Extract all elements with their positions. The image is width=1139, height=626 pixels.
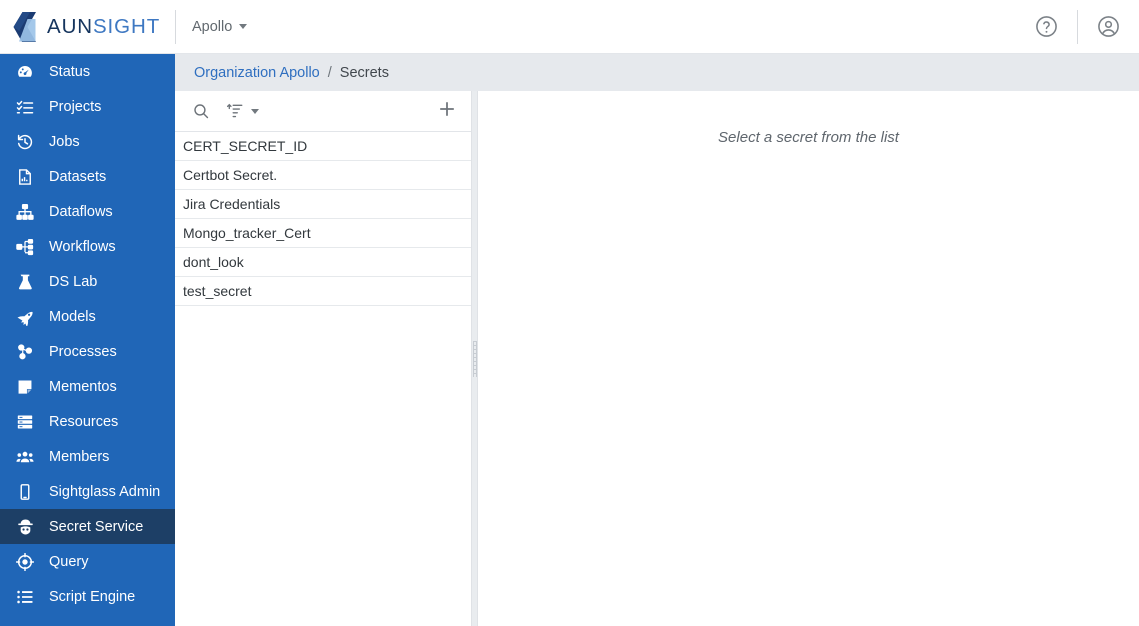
server-icon [17, 415, 33, 428]
sidebar-item-label: Jobs [49, 133, 80, 150]
sidebar-item-workflows[interactable]: Workflows [0, 229, 175, 264]
main-region: Organization Apollo / Secrets CERT_SECRE… [175, 54, 1139, 626]
search-button[interactable] [192, 102, 210, 120]
sidebar-item-label: Members [49, 448, 110, 465]
sidebar-item-secret-service[interactable]: Secret Service [0, 509, 175, 544]
chevron-down-icon [251, 108, 259, 114]
secrets-list-toolbar [175, 91, 471, 132]
list-item[interactable]: Mongo_tracker_Cert [175, 219, 471, 248]
note-icon [12, 378, 38, 396]
sidebar-item-label: Processes [49, 343, 117, 360]
rocket-icon [12, 308, 38, 326]
sidebar-item-label: Query [49, 553, 89, 570]
sidebar-item-processes[interactable]: Processes [0, 334, 175, 369]
header-actions [1016, 0, 1139, 53]
sidebar-item-label: Mementos [49, 378, 117, 395]
checklist-icon [12, 98, 38, 116]
app-body: Status Projects Jobs Datasets Dataflows … [0, 54, 1139, 626]
tablet-icon [12, 483, 38, 501]
secret-name: Certbot Secret. [183, 167, 278, 183]
secret-name: Mongo_tracker_Cert [183, 225, 311, 241]
list-icon [12, 588, 38, 606]
plus-icon [439, 101, 455, 116]
secrets-list: CERT_SECRET_ID Certbot Secret. Jira Cred… [175, 132, 471, 626]
sidebar-item-label: Sightglass Admin [49, 483, 161, 500]
sidebar-item-ds-lab[interactable]: DS Lab [0, 264, 175, 299]
org-switcher[interactable]: Apollo [176, 0, 263, 53]
help-circle-icon [1036, 16, 1057, 37]
sidebar-item-label: Secret Service [49, 518, 144, 535]
breadcrumb-organization-link[interactable]: Organization Apollo [194, 65, 320, 81]
sort-button[interactable] [226, 102, 259, 120]
sidebar-item-mementos[interactable]: Mementos [0, 369, 175, 404]
file-chart-icon [12, 168, 38, 186]
chevron-down-icon [239, 24, 248, 29]
breadcrumb: Organization Apollo / Secrets [175, 54, 1139, 91]
top-header: AUNSIGHT Apollo [0, 0, 1139, 54]
sidebar-item-label: DS Lab [49, 273, 98, 290]
add-secret-button[interactable] [437, 99, 457, 124]
aunsight-logo-icon [13, 11, 36, 42]
sidebar-item-label: Script Engine [49, 588, 136, 605]
molecule-icon [12, 343, 38, 361]
list-item[interactable]: dont_look [175, 248, 471, 277]
sort-icon [226, 103, 243, 118]
secret-name: dont_look [183, 254, 244, 270]
target-icon [12, 552, 38, 571]
detail-placeholder: Select a secret from the list [718, 129, 899, 146]
sidebar-item-members[interactable]: Members [0, 439, 175, 474]
list-item[interactable]: CERT_SECRET_ID [175, 132, 471, 161]
secrets-list-pane: CERT_SECRET_ID Certbot Secret. Jira Cred… [175, 91, 472, 626]
sidebar-item-projects[interactable]: Projects [0, 89, 175, 124]
breadcrumb-current: Secrets [339, 64, 389, 81]
brand-name-part1: AUN [47, 14, 93, 38]
brand-logo[interactable]: AUNSIGHT [0, 0, 175, 53]
flask-icon [12, 273, 38, 291]
account-button[interactable] [1078, 0, 1139, 54]
sidebar-item-script-engine[interactable]: Script Engine [0, 579, 175, 614]
sidebar-item-datasets[interactable]: Datasets [0, 159, 175, 194]
list-item[interactable]: test_secret [175, 277, 471, 306]
splitter-grip-icon [473, 340, 477, 377]
content-panes: CERT_SECRET_ID Certbot Secret. Jira Cred… [175, 91, 1139, 626]
sidebar-item-query[interactable]: Query [0, 544, 175, 579]
sidebar-item-label: Workflows [49, 238, 116, 255]
list-item[interactable]: Jira Credentials [175, 190, 471, 219]
sidebar-item-jobs[interactable]: Jobs [0, 124, 175, 159]
help-button[interactable] [1016, 0, 1077, 54]
sidebar-item-label: Models [49, 308, 96, 325]
secret-name: CERT_SECRET_ID [183, 138, 308, 154]
sidebar-item-label: Status [49, 63, 91, 80]
sidebar-item-dataflows[interactable]: Dataflows [0, 194, 175, 229]
sidebar-item-status[interactable]: Status [0, 54, 175, 89]
org-switcher-label: Apollo [192, 18, 233, 35]
sidebar-item-label: Dataflows [49, 203, 113, 220]
gauge-icon [12, 63, 38, 81]
secret-name: Jira Credentials [183, 196, 281, 212]
app-root: AUNSIGHT Apollo Status Projects Jobs Dat… [0, 0, 1139, 626]
sidebar: Status Projects Jobs Datasets Dataflows … [0, 54, 175, 626]
history-icon [12, 133, 38, 151]
spy-icon [12, 518, 38, 536]
sidebar-item-label: Projects [49, 98, 102, 115]
sidebar-item-resources[interactable]: Resources [0, 404, 175, 439]
pane-splitter[interactable] [472, 91, 478, 626]
search-icon [194, 104, 209, 119]
breadcrumb-separator: / [327, 64, 332, 81]
secret-name: test_secret [183, 283, 252, 299]
list-item[interactable]: Certbot Secret. [175, 161, 471, 190]
workflow-icon [12, 238, 38, 256]
sidebar-item-label: Resources [49, 413, 119, 430]
brand-name-part2: SIGHT [92, 14, 161, 38]
brand-name: AUNSIGHT [47, 15, 160, 39]
people-icon [12, 448, 38, 466]
sidebar-item-models[interactable]: Models [0, 299, 175, 334]
sitemap-icon [12, 203, 38, 221]
secret-detail-pane: Select a secret from the list [478, 91, 1139, 626]
sidebar-item-sightglass-admin[interactable]: Sightglass Admin [0, 474, 175, 509]
account-circle-icon [1098, 16, 1119, 37]
sidebar-item-label: Datasets [49, 168, 107, 185]
